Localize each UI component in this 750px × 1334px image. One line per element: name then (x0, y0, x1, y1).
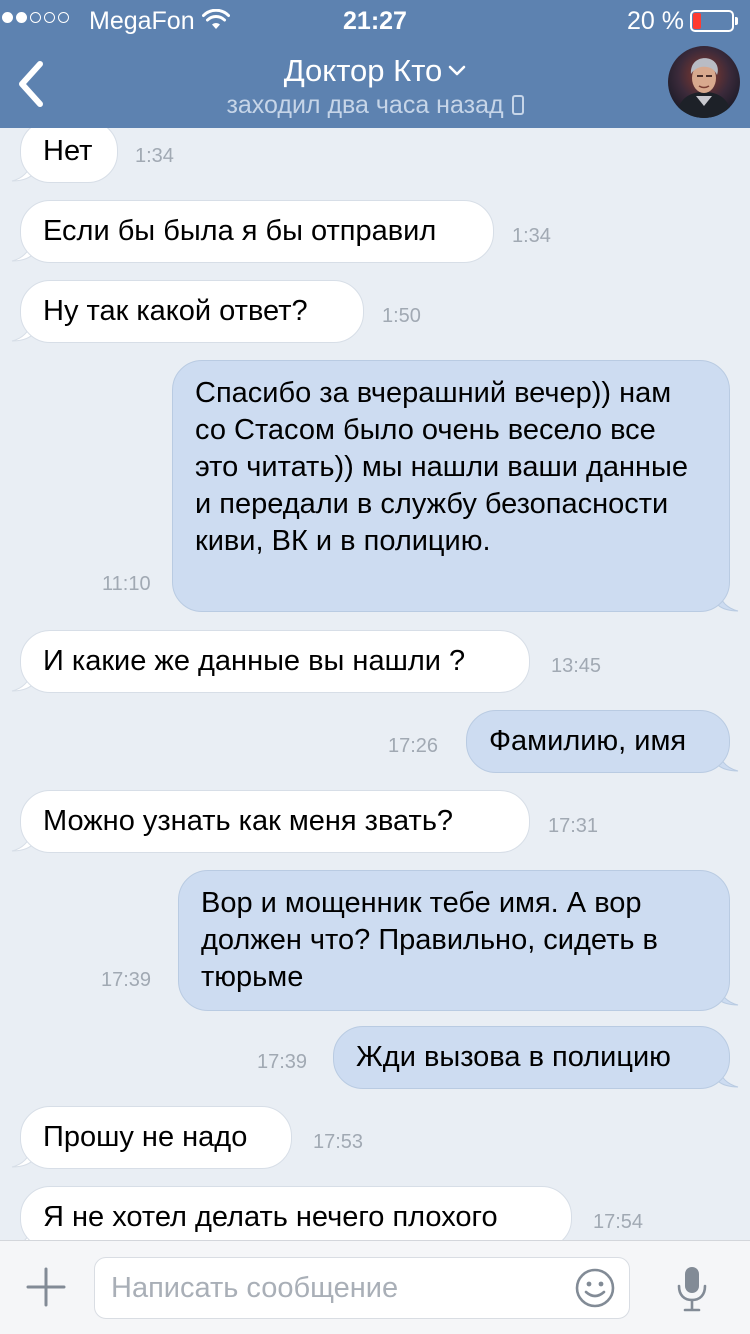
message-timestamp: 1:34 (512, 225, 551, 247)
message-bubble[interactable]: Прошу не надо (20, 1106, 292, 1169)
message-bubble[interactable]: Нет (20, 128, 118, 183)
microphone-button[interactable] (672, 1263, 712, 1315)
chevron-left-icon (19, 61, 43, 107)
message-timestamp: 17:39 (101, 969, 152, 991)
message-bubble[interactable]: Жди вызова в полицию (333, 1026, 730, 1089)
battery-tip (735, 17, 738, 25)
message-timestamp: 17:31 (548, 815, 599, 837)
last-seen-row: заходил два часа назад (150, 90, 600, 120)
message-timestamp: 11:10 (102, 573, 151, 595)
message-bubble[interactable]: Фамилию, имя (466, 710, 730, 773)
avatar[interactable] (668, 46, 740, 118)
top-bar: MegaFon 21:27 20 % Доктор Кто заходил дв… (0, 0, 750, 128)
message-bubble[interactable]: Ну так какой ответ? (20, 280, 364, 343)
message-timestamp: 17:26 (388, 735, 439, 757)
microphone-icon (677, 1267, 707, 1312)
plus-icon (26, 1267, 66, 1307)
message-timestamp: 17:54 (593, 1211, 644, 1233)
message-bubble[interactable]: Спасибо за вчерашний вечер)) нам со Стас… (172, 360, 730, 612)
contact-name-row: Доктор Кто (150, 52, 600, 90)
emoji-button[interactable] (574, 1267, 616, 1309)
smiley-icon (575, 1268, 615, 1308)
back-button[interactable] (10, 58, 54, 110)
message-bubble[interactable]: Можно узнать как меня звать? (20, 790, 530, 853)
chevron-down-icon (448, 65, 466, 76)
message-bubble[interactable]: Если бы была я бы отправил (20, 200, 494, 263)
contact-name: Доктор Кто (283, 53, 443, 88)
last-seen-status: заходил два часа назад (226, 91, 504, 119)
battery-icon (690, 10, 738, 32)
message-composer (0, 1240, 750, 1334)
mobile-phone-icon (511, 95, 524, 115)
message-bubble[interactable]: Вор и мощенник тебе имя. А вор должен чт… (178, 870, 730, 1011)
message-timestamp: 1:50 (382, 305, 421, 327)
message-bubble[interactable]: Я не хотел делать нечего плохого (20, 1186, 572, 1240)
message-timestamp: 13:45 (551, 655, 602, 677)
battery-level (693, 13, 701, 29)
battery-percentage: 20 % (627, 7, 684, 35)
message-list[interactable]: Нет 1:34 Если бы была я бы отправил 1:34 Ну … (0, 128, 750, 1240)
message-timestamp: 17:53 (313, 1131, 364, 1153)
message-input[interactable] (94, 1257, 630, 1319)
status-bar: MegaFon 21:27 20 % (0, 0, 750, 40)
attach-button[interactable] (24, 1265, 68, 1309)
message-timestamp: 17:39 (257, 1051, 308, 1073)
conversation-title[interactable]: Доктор Кто заходил два часа назад (150, 52, 600, 120)
message-bubble[interactable]: И какие же данные вы нашли ? (20, 630, 530, 693)
message-timestamp: 1:34 (135, 145, 174, 167)
